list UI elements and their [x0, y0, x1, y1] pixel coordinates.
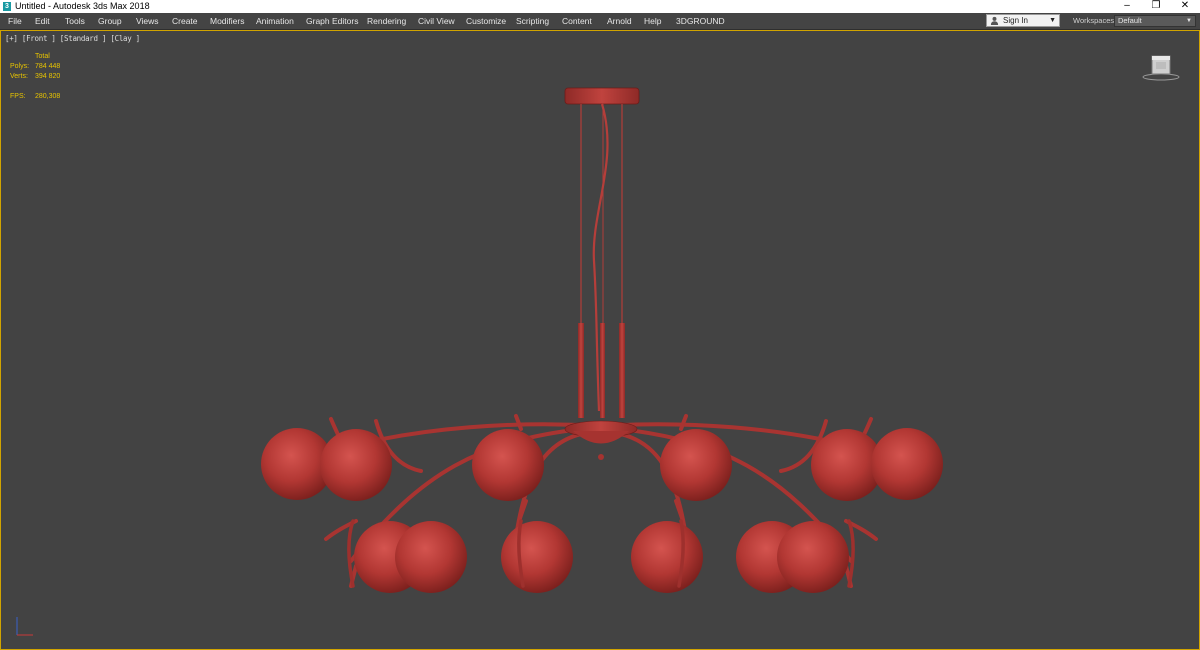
close-button[interactable]: ✕: [1171, 0, 1199, 13]
app-logo-icon: 3: [3, 2, 11, 11]
menu-views[interactable]: Views: [136, 13, 159, 29]
menu-scripting[interactable]: Scripting: [516, 13, 549, 29]
menu-group[interactable]: Group: [98, 13, 122, 29]
menu-tools[interactable]: Tools: [65, 13, 85, 29]
workspaces-label: Workspaces:: [1073, 16, 1117, 25]
chevron-down-icon: ▼: [1049, 17, 1056, 24]
menu-modifiers[interactable]: Modifiers: [210, 13, 244, 29]
menu-graph-editors[interactable]: Graph Editors: [306, 13, 358, 29]
chevron-down-icon: ▼: [1186, 18, 1192, 24]
title-bar: 3 Untitled - Autodesk 3ds Max 2018 – ❐ ✕: [0, 0, 1200, 13]
menu-animation[interactable]: Animation: [256, 13, 294, 29]
axis-gizmo-icon: [16, 617, 33, 636]
menu-arnold[interactable]: Arnold: [607, 13, 632, 29]
sign-in-dropdown[interactable]: Sign In ▼: [986, 14, 1060, 27]
user-icon: [990, 16, 999, 25]
menu-file[interactable]: File: [8, 13, 22, 29]
menu-edit[interactable]: Edit: [35, 13, 50, 29]
sign-in-label: Sign In: [1003, 16, 1028, 25]
menu-3dground[interactable]: 3DGROUND: [676, 13, 725, 29]
workspaces-select[interactable]: Default ▼: [1114, 15, 1196, 27]
menu-civil-view[interactable]: Civil View: [418, 13, 455, 29]
chandelier-model[interactable]: [1, 31, 1199, 649]
maximize-button[interactable]: ❐: [1142, 0, 1170, 13]
window-title: Untitled - Autodesk 3ds Max 2018: [15, 1, 150, 11]
menu-create[interactable]: Create: [172, 13, 198, 29]
viewport-front[interactable]: [+] [Front ] [Standard ] [Clay ] Total P…: [0, 30, 1200, 650]
menu-rendering[interactable]: Rendering: [367, 13, 406, 29]
menu-help[interactable]: Help: [644, 13, 661, 29]
workspaces-value: Default: [1118, 16, 1142, 25]
minimize-button[interactable]: –: [1113, 0, 1141, 13]
menu-content[interactable]: Content: [562, 13, 592, 29]
menu-customize[interactable]: Customize: [466, 13, 506, 29]
